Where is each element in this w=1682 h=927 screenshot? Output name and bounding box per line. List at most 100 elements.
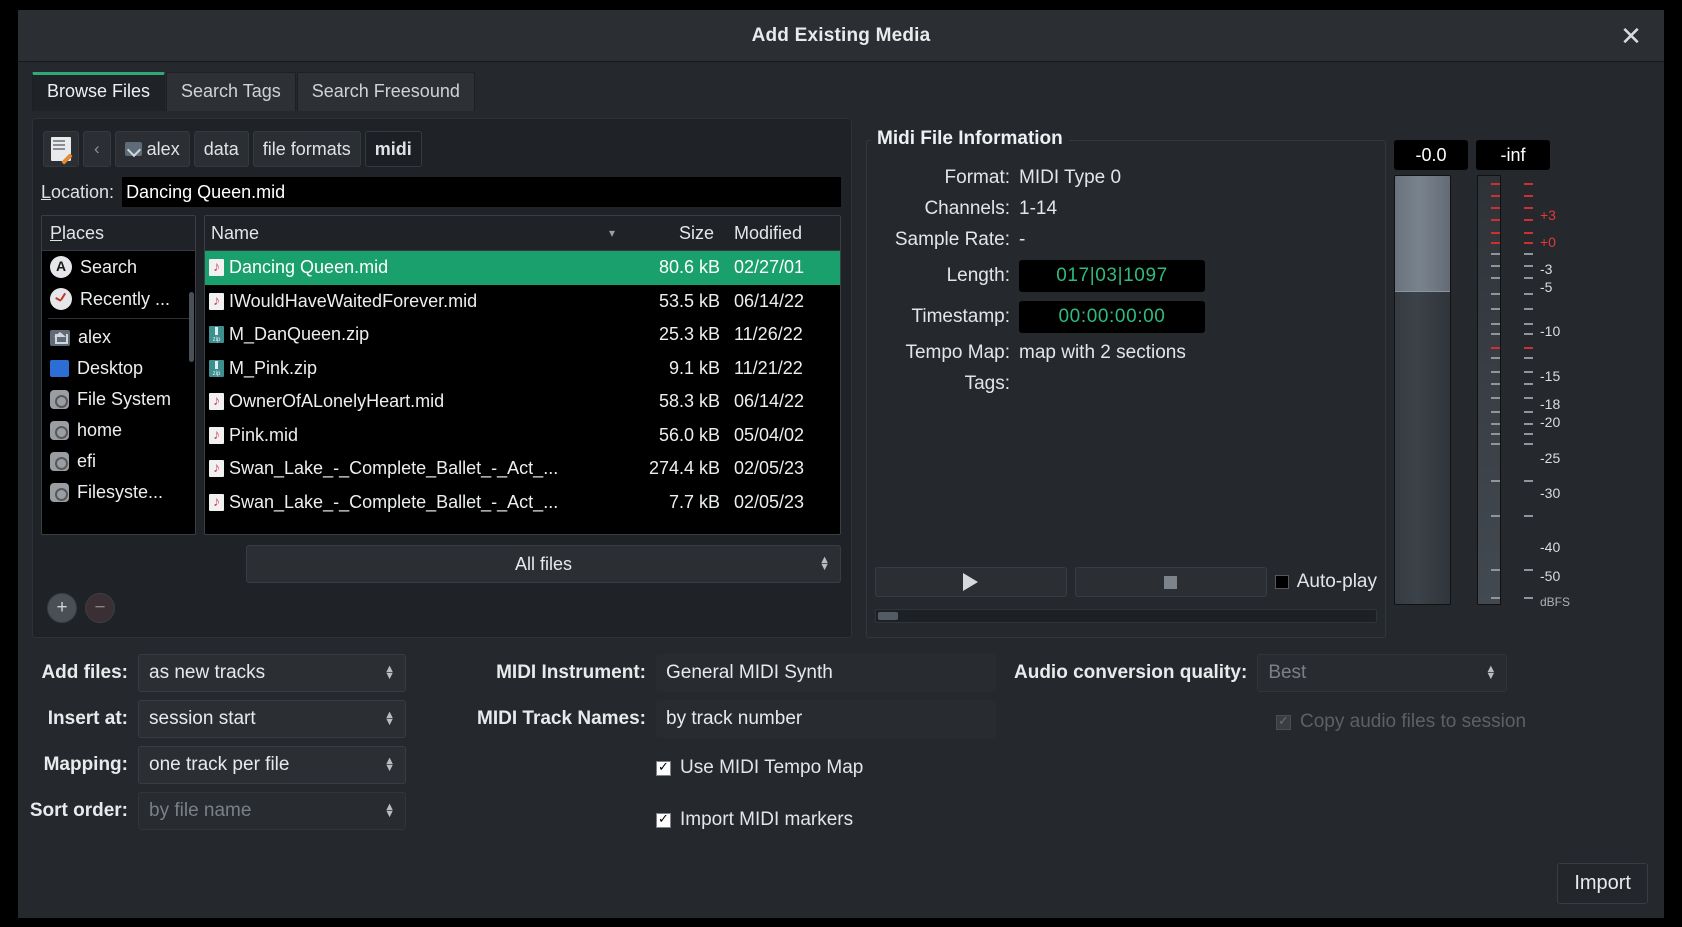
meter-ticks-right <box>1524 175 1534 605</box>
peak-readout[interactable]: -inf <box>1476 140 1550 170</box>
info-row-timestamp: Timestamp: 00:00:00:00 <box>867 301 1385 333</box>
close-icon[interactable]: ✕ <box>1614 19 1648 53</box>
table-row[interactable]: M_Pink.zip 9.1 kB 11/21/22 <box>205 352 840 386</box>
table-row[interactable]: Swan_Lake_-_Complete_Ballet_-_Act_... 7.… <box>205 486 840 520</box>
remove-place-button[interactable]: − <box>85 593 115 623</box>
midi-file-icon <box>209 257 224 277</box>
timestamp-clock: 00:00:00:00 <box>1019 301 1205 333</box>
table-row[interactable]: OwnerOfALonelyHeart.mid 58.3 kB 06/14/22 <box>205 385 840 419</box>
clock-icon <box>50 288 72 310</box>
page-title: Add Existing Media <box>751 24 931 46</box>
audio-quality-select[interactable]: Best ▲ ▼ <box>1257 654 1508 692</box>
midi-file-information-panel: Midi File Information Format: MIDI Type … <box>866 128 1386 638</box>
tab-search-freesound[interactable]: Search Freesound <box>296 72 475 111</box>
back-button[interactable]: ‹ <box>83 131 111 167</box>
midi-file-icon <box>209 492 224 511</box>
stop-button[interactable] <box>1074 567 1267 597</box>
drive-icon <box>50 483 69 502</box>
chevron-updown-icon: ▲ ▼ <box>384 755 395 774</box>
playback-seek-slider[interactable] <box>875 609 1377 623</box>
column-header-size[interactable]: Size <box>625 216 720 250</box>
meter-body: +3 +0 -3 -5 -10 -15 -18 -20 -25 -30 -40 … <box>1394 175 1604 609</box>
midi-track-names-select[interactable]: by track number <box>656 700 996 738</box>
option-import-markers: Import MIDI markers <box>456 798 1001 842</box>
table-row[interactable]: Dancing Queen.mid 80.6 kB 02/27/01 <box>205 251 840 285</box>
midi-info-title: Midi File Information <box>871 128 1069 150</box>
sidebar-item-home[interactable]: home <box>42 415 195 446</box>
mapping-select[interactable]: one track per file ▲ ▼ <box>138 746 406 784</box>
sort-order-select[interactable]: by file name ▲ ▼ <box>138 792 406 830</box>
table-row[interactable]: M_DanQueen.zip 25.3 kB 11/26/22 <box>205 318 840 352</box>
sidebar-item-alex[interactable]: alex <box>42 322 195 353</box>
breadcrumb-alex[interactable]: alex <box>114 131 190 167</box>
chevron-down-icon: ▾ <box>608 226 615 240</box>
midi-instrument-select[interactable]: General MIDI Synth <box>656 654 996 692</box>
length-clock: 017|03|1097 <box>1019 260 1205 292</box>
scale-label: -3 <box>1540 261 1553 277</box>
chevron-updown-icon: ▲ ▼ <box>384 801 395 820</box>
filter-row: All files ▲ ▼ <box>33 535 851 583</box>
table-row[interactable]: IWouldHaveWaitedForever.mid 53.5 kB 06/1… <box>205 285 840 319</box>
info-row-format: Format: MIDI Type 0 <box>944 167 1122 188</box>
breadcrumb-midi[interactable]: midi <box>364 131 422 167</box>
auto-play-toggle[interactable]: Auto-play <box>1274 571 1377 593</box>
scale-label: +0 <box>1540 234 1556 250</box>
info-row-channels: Channels: 1-14 <box>924 198 1058 219</box>
meter-unit-label: dBFS <box>1540 595 1571 609</box>
import-button[interactable]: Import <box>1557 863 1648 904</box>
chevron-updown-icon: ▲ ▼ <box>819 554 830 573</box>
scale-label: -18 <box>1540 396 1561 412</box>
gain-fader[interactable] <box>1394 175 1451 605</box>
option-insert-at: Insert at: session start ▲ ▼ <box>18 700 438 738</box>
scale-label: +3 <box>1540 207 1556 223</box>
stop-icon <box>1164 575 1178 589</box>
scale-label: -15 <box>1540 368 1561 384</box>
play-button[interactable] <box>875 567 1067 597</box>
options-column-right: Audio conversion quality: Best ▲▼ Copy a… <box>1014 654 1554 752</box>
options-column-middle: MIDI Instrument: General MIDI Synth MIDI… <box>456 654 1001 850</box>
midi-file-icon <box>209 391 224 411</box>
meter-scale: +3 +0 -3 -5 -10 -15 -18 -20 -25 -30 -40 … <box>1540 175 1600 605</box>
add-files-select[interactable]: as new tracks ▲ ▼ <box>138 654 406 692</box>
copy-audio-files-checkbox[interactable]: Copy audio files to session <box>1276 711 1526 733</box>
column-header-modified[interactable]: Modified <box>720 216 840 250</box>
sidebar-item-file-system[interactable]: File System <box>42 384 195 415</box>
file-list: Name ▾ Size Modified Dancing Queen.mid 8… <box>204 215 841 535</box>
file-filter-select[interactable]: All files ▲ ▼ <box>246 545 841 583</box>
sidebar-item-efi[interactable]: efi <box>42 446 195 477</box>
sidebar-item-desktop[interactable]: Desktop <box>42 353 195 384</box>
scale-label: -30 <box>1540 485 1561 501</box>
tab-search-tags[interactable]: Search Tags <box>166 72 296 111</box>
divider <box>48 318 189 319</box>
chevron-updown-icon: ▲ ▼ <box>384 663 395 682</box>
add-place-button[interactable]: + <box>47 593 77 623</box>
scale-label: -40 <box>1540 539 1561 555</box>
scale-label: -10 <box>1540 323 1561 339</box>
file-browser: ‹ alex data file formats midi Location: … <box>32 118 852 638</box>
meter-ticks-left <box>1491 175 1501 605</box>
use-midi-tempo-map-checkbox[interactable]: Use MIDI Tempo Map <box>656 757 863 779</box>
breadcrumb-data[interactable]: data <box>193 131 249 167</box>
column-header-name[interactable]: Name ▾ <box>205 216 625 250</box>
sidebar-item-filesystem[interactable]: Filesyste... <box>42 477 195 508</box>
sidebar-item-search[interactable]: Search <box>42 251 195 283</box>
places-scrollbar[interactable] <box>188 252 195 452</box>
drive-icon <box>50 452 69 471</box>
sidebar-item-recently-used[interactable]: Recently ... <box>42 283 195 315</box>
browser-panes: Places Search Recently ... alex <box>33 215 851 535</box>
table-row[interactable]: Pink.mid 56.0 kB 05/04/02 <box>205 419 840 453</box>
scale-label: -5 <box>1540 279 1553 295</box>
location-edit-button[interactable] <box>43 131 79 167</box>
import-midi-markers-checkbox[interactable]: Import MIDI markers <box>656 809 853 831</box>
location-input[interactable] <box>122 177 841 207</box>
info-row-tags: Tags: <box>964 373 1010 394</box>
insert-at-select[interactable]: session start ▲ ▼ <box>138 700 406 738</box>
search-circle-icon <box>50 256 72 278</box>
breadcrumb-file-formats[interactable]: file formats <box>252 131 361 167</box>
tab-browse-files[interactable]: Browse Files <box>32 72 166 111</box>
gain-readout[interactable]: -0.0 <box>1394 140 1468 170</box>
option-copy-audio: Copy audio files to session <box>1014 700 1554 744</box>
table-row[interactable]: Swan_Lake_-_Complete_Ballet_-_Act_... 27… <box>205 452 840 486</box>
drive-icon <box>50 390 69 409</box>
info-row-tempo-map: Tempo Map: map with 2 sections <box>905 342 1186 363</box>
